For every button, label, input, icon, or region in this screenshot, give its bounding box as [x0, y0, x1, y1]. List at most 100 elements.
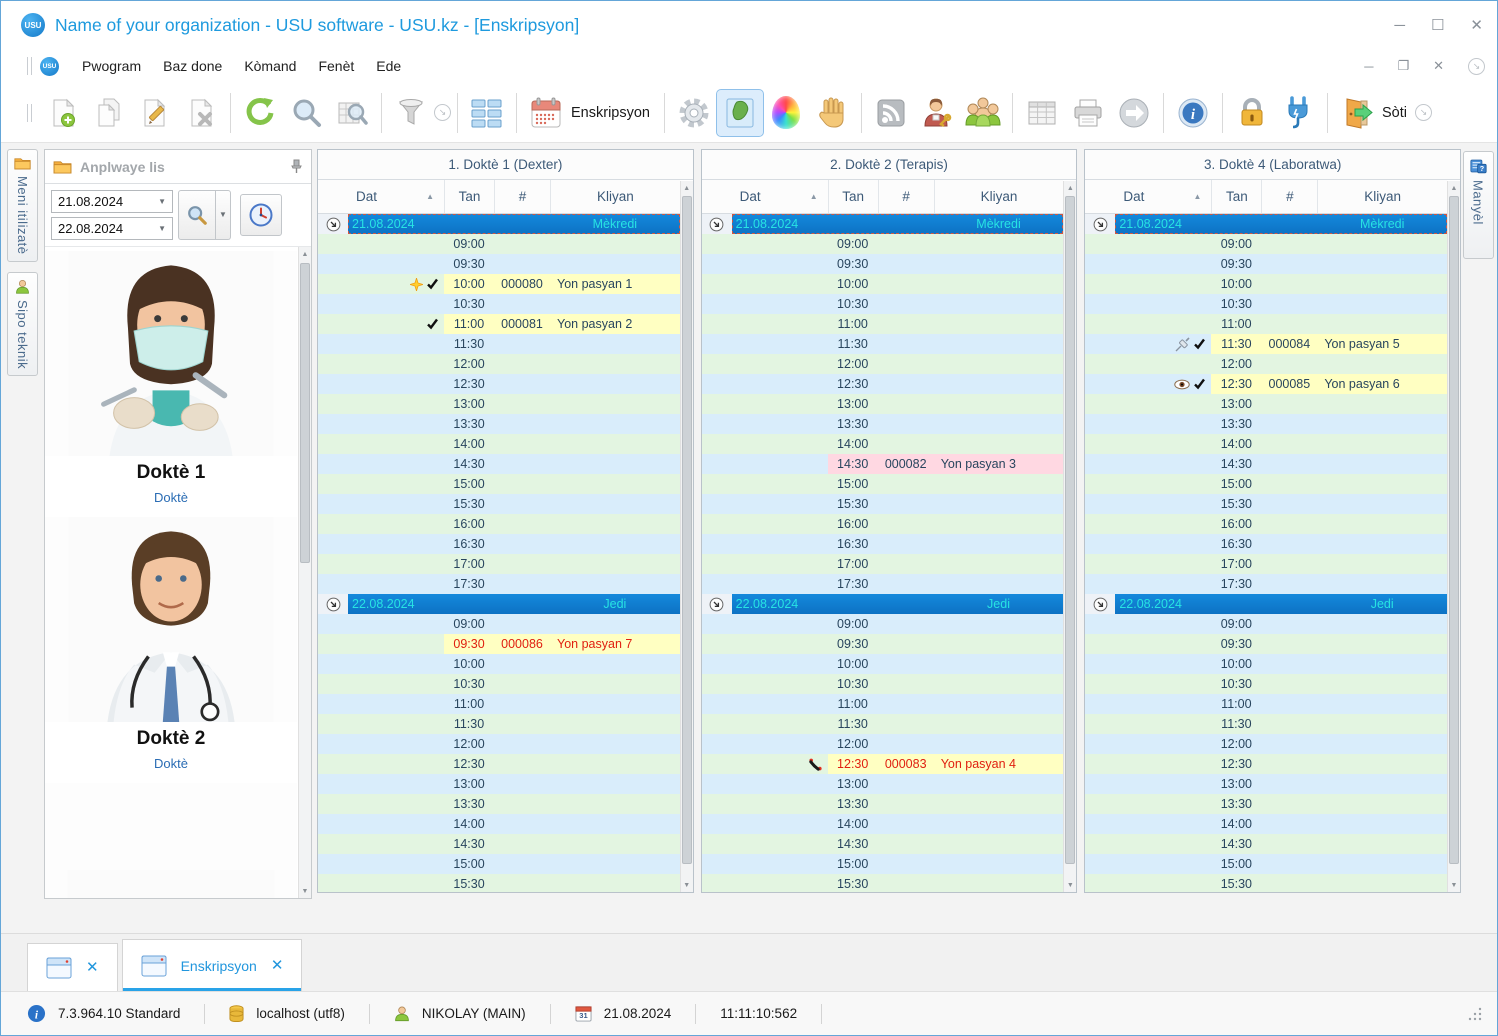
timeslot-row[interactable]: 11:00	[1085, 694, 1448, 714]
header-kliyan[interactable]: Kliyan	[550, 180, 680, 213]
scrollbar-thumb[interactable]	[681, 196, 692, 864]
header-dat[interactable]: Dat ▲	[318, 180, 444, 213]
timeslot-row[interactable]: 15:00	[1085, 854, 1448, 874]
timeslot-row[interactable]: 12:30	[318, 754, 680, 774]
timeslot-row[interactable]: 14:30	[1085, 834, 1448, 854]
employee-card[interactable]: Doktè 1 Doktè	[45, 247, 297, 505]
timeslot-row[interactable]: 11:30	[318, 714, 680, 734]
header-num[interactable]: #	[877, 180, 934, 213]
menu-ede[interactable]: Ede	[365, 54, 412, 78]
header-tan[interactable]: Tan	[1211, 180, 1261, 213]
collapse-day-button[interactable]	[1085, 214, 1116, 234]
delete-document-button[interactable]	[178, 90, 224, 136]
print-button[interactable]	[1065, 90, 1111, 136]
employee-list-scrollbar[interactable]: ▲ ▼	[298, 247, 311, 898]
info-button[interactable]: i	[1170, 90, 1216, 136]
timeslot-row[interactable]: 10:00	[1085, 654, 1448, 674]
timeslot-row[interactable]: 10:00	[318, 654, 680, 674]
timeslot-row[interactable]: 13:00	[701, 394, 1064, 414]
refresh-button[interactable]	[237, 90, 283, 136]
timeslot-row[interactable]: 15:00	[1085, 474, 1448, 494]
timeslot-row[interactable]: 16:00	[1085, 514, 1448, 534]
search-button[interactable]	[283, 90, 329, 136]
schedule-time-button[interactable]	[240, 194, 282, 236]
mdi-minimize-button[interactable]: ─	[1364, 59, 1373, 74]
timeslot-row[interactable]: 12:00	[701, 734, 1064, 754]
timeslot-row[interactable]: 11:30	[318, 334, 680, 354]
schedule-scrollbar[interactable]: ▲ ▼	[1447, 181, 1461, 892]
timeslot-row[interactable]: 16:00	[318, 514, 680, 534]
timeslot-row[interactable]: 17:30	[1085, 574, 1448, 594]
appointment-row[interactable]: 14:30 000082 Yon pasyan 3	[701, 454, 1064, 474]
employee-card[interactable]: Doktè 2 Doktè	[45, 513, 297, 771]
hand-button[interactable]	[809, 90, 855, 136]
timeslot-row[interactable]: 13:00	[318, 394, 680, 414]
scrollbar-thumb[interactable]	[1065, 196, 1076, 864]
timeslot-row[interactable]: 09:30	[701, 634, 1064, 654]
forward-button[interactable]	[1111, 90, 1157, 136]
timeslot-row[interactable]: 12:00	[701, 354, 1064, 374]
appointment-row[interactable]: 12:30 000083 Yon pasyan 4	[701, 754, 1064, 774]
timeslot-row[interactable]: 13:30	[318, 794, 680, 814]
date-row[interactable]: 22.08.2024 Jedi	[318, 594, 680, 614]
lock-button[interactable]	[1229, 90, 1275, 136]
tab-sipo-teknik[interactable]: Sipo teknik	[7, 271, 38, 376]
timeslot-row[interactable]: 12:00	[318, 354, 680, 374]
timeslot-row[interactable]: 10:30	[701, 294, 1064, 314]
collapse-day-button[interactable]	[1085, 594, 1116, 614]
timeslot-row[interactable]: 16:00	[701, 514, 1064, 534]
tab-close-icon[interactable]: ✕	[86, 960, 99, 975]
timeslot-row[interactable]: 15:30	[318, 494, 680, 514]
timeslot-row[interactable]: 13:00	[1085, 394, 1448, 414]
timeslot-row[interactable]: 12:30	[1085, 754, 1448, 774]
timeslot-row[interactable]: 14:30	[701, 834, 1064, 854]
timeslot-row[interactable]: 09:00	[318, 234, 680, 254]
timeslot-row[interactable]: 14:00	[1085, 434, 1448, 454]
toolbar-overflow-button[interactable]: ↘	[1414, 104, 1432, 121]
timeslot-row[interactable]: 11:00	[701, 694, 1064, 714]
timeslot-row[interactable]: 10:30	[701, 674, 1064, 694]
mdi-restore-button[interactable]: ❐	[1397, 58, 1409, 74]
timeslot-row[interactable]: 15:30	[1085, 494, 1448, 514]
timeslot-row[interactable]: 15:30	[701, 494, 1064, 514]
tab-manyel[interactable]: ? Manyèl	[1462, 151, 1494, 259]
menu-overflow-button[interactable]: ↘	[1468, 57, 1485, 75]
timeslot-row[interactable]: 14:00	[701, 434, 1064, 454]
exit-button[interactable]	[1334, 90, 1380, 136]
timeslot-row[interactable]: 15:00	[701, 474, 1064, 494]
colors-button[interactable]	[763, 90, 809, 136]
tab-close-icon[interactable]: ✕	[271, 958, 284, 973]
header-dat[interactable]: Dat ▲	[702, 180, 828, 213]
minimize-button[interactable]: ─	[1394, 18, 1405, 33]
timeslot-row[interactable]: 10:00	[701, 274, 1064, 294]
collapse-day-button[interactable]	[318, 594, 348, 614]
header-kliyan[interactable]: Kliyan	[1317, 180, 1447, 213]
timeslot-row[interactable]: 11:00	[1085, 314, 1448, 334]
toolbar-drag-handle[interactable]	[27, 57, 32, 75]
user-key-button[interactable]	[914, 90, 960, 136]
timeslot-row[interactable]: 13:30	[318, 414, 680, 434]
appointment-row[interactable]: 12:30 000085 Yon pasyan 6	[1085, 374, 1448, 394]
header-num[interactable]: #	[494, 180, 550, 213]
timeslot-row[interactable]: 09:00	[1085, 614, 1448, 634]
timeslot-row[interactable]: 15:00	[318, 474, 680, 494]
employee-photo[interactable]	[45, 517, 297, 722]
appointment-row[interactable]: 10:00 000080 Yon pasyan 1	[318, 274, 680, 294]
timeslot-row[interactable]: 13:00	[318, 774, 680, 794]
timeslot-row[interactable]: 16:30	[1085, 534, 1448, 554]
timeslot-row[interactable]: 14:00	[318, 814, 680, 834]
header-num[interactable]: #	[1261, 180, 1317, 213]
search-table-button[interactable]	[329, 90, 375, 136]
date-row[interactable]: 21.08.2024 Mèkredi	[318, 214, 680, 234]
timeslot-row[interactable]: 17:30	[701, 574, 1064, 594]
sidebar-search-dropdown[interactable]: ▼	[216, 190, 231, 240]
timeslot-row[interactable]: 12:00	[1085, 354, 1448, 374]
timeslot-row[interactable]: 12:30	[318, 374, 680, 394]
menu-fenet[interactable]: Fenèt	[307, 54, 365, 78]
timeslot-row[interactable]: 10:30	[1085, 674, 1448, 694]
view-grid-button[interactable]	[464, 90, 510, 136]
toolbar-drag-handle2[interactable]	[27, 103, 32, 122]
header-tan[interactable]: Tan	[827, 180, 878, 213]
timeslot-row[interactable]: 17:00	[701, 554, 1064, 574]
timeslot-row[interactable]: 13:30	[701, 794, 1064, 814]
